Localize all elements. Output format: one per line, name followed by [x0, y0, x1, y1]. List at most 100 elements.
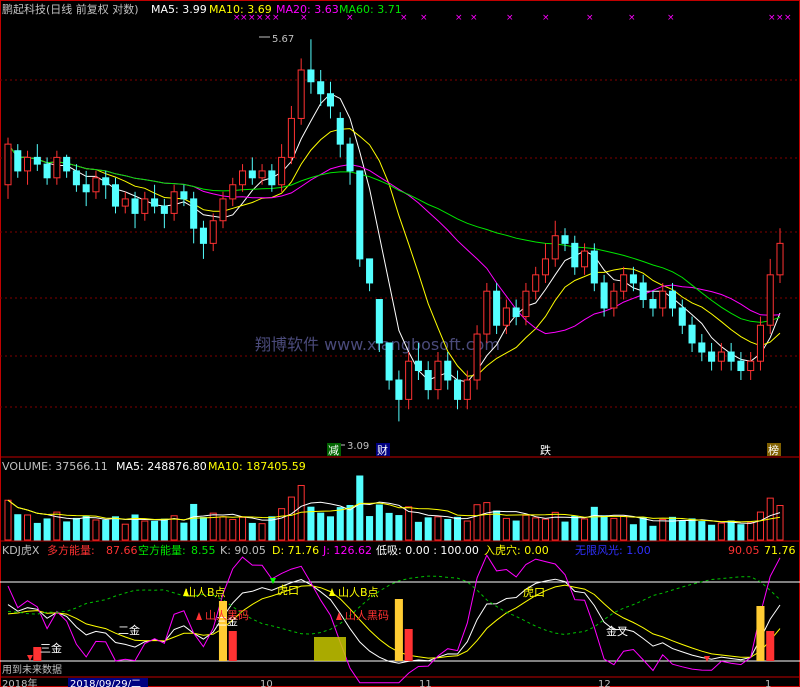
- candle-body: [541, 258, 549, 276]
- anno-two-gold: 二金: [118, 623, 140, 637]
- right-k: 90.05: [728, 544, 760, 557]
- candle-body: [737, 360, 745, 372]
- axis-year: 2018年: [2, 677, 37, 687]
- axis-tick-10: 10: [260, 679, 273, 687]
- candle-body: [82, 184, 90, 193]
- candle-body: [551, 235, 559, 260]
- tag-finance: 财: [377, 443, 388, 457]
- volume-bar: [571, 515, 579, 541]
- x-marker: ×: [346, 13, 354, 23]
- volume-bar: [737, 524, 745, 541]
- candle-body: [532, 274, 540, 292]
- volume-bar: [4, 499, 12, 541]
- candle-body: [434, 360, 442, 391]
- volume-bar: [493, 510, 501, 541]
- candle-body: [639, 282, 647, 301]
- candle-body: [53, 156, 61, 179]
- d-value: D: 71.76: [272, 544, 319, 557]
- candle-body: [268, 170, 276, 186]
- candle-body: [297, 69, 305, 119]
- volume-bar: [727, 520, 735, 541]
- volume-bar: [111, 516, 120, 541]
- kdj-signal-bar: [394, 599, 403, 661]
- candle-body: [502, 307, 510, 326]
- volume-bar: [453, 516, 462, 541]
- candle-body: [668, 290, 677, 309]
- volume-bar: [522, 514, 530, 541]
- anno-tiger-mouth-2: 虎口: [523, 586, 545, 599]
- x-marker: ×: [506, 13, 514, 23]
- volume-bar: [620, 515, 628, 541]
- volume-bar: [659, 518, 667, 541]
- high-label: 5.67: [272, 34, 294, 45]
- candle-body: [4, 143, 12, 186]
- candle-body: [629, 274, 637, 284]
- candle-body: [248, 170, 256, 179]
- candle-body: [385, 342, 393, 381]
- volume-bar: [346, 504, 354, 541]
- tag-drop: 跌: [540, 443, 551, 457]
- volume-value: VOLUME: 37566.11: [2, 460, 108, 473]
- axis-cursor-date: 2018/09/29/二: [70, 679, 141, 687]
- candle-body: [336, 117, 344, 145]
- anno-black-code-1: 山人黑码: [205, 609, 249, 622]
- candle-body: [747, 360, 755, 372]
- volume-ma5: MA5: 248876.80: [116, 460, 207, 473]
- kdj-signal-bar: [228, 631, 237, 661]
- volume-ma10: MA10: 187405.59: [208, 460, 306, 473]
- kdj-line-d: [7, 584, 781, 659]
- candle-body: [356, 170, 364, 260]
- volume-bar: [551, 511, 559, 541]
- x-marker: ×: [400, 13, 408, 23]
- volume-bar: [375, 504, 383, 541]
- candle-body: [14, 150, 22, 172]
- candle-body: [209, 220, 217, 244]
- volume-bar: [326, 516, 335, 541]
- ma5-value: MA5: 3.99: [151, 3, 207, 16]
- candle-body: [727, 351, 735, 362]
- candle-body: [395, 379, 403, 400]
- tiger-hole-value: 入虎穴: 0.00: [484, 543, 549, 557]
- arrow-black-code-1: [196, 612, 202, 620]
- kdj-signal-bar: [766, 631, 775, 661]
- k-value: K: 90.05: [220, 544, 266, 557]
- x-marker: ×: [300, 13, 308, 23]
- volume-bar: [180, 522, 188, 541]
- x-marker: ×: [420, 13, 428, 23]
- candle-body: [493, 290, 501, 326]
- candle-body: [698, 342, 706, 353]
- volume-bar: [649, 525, 657, 541]
- volume-bar: [92, 519, 100, 541]
- candle-body: [512, 307, 520, 318]
- candle-body: [571, 242, 579, 268]
- candle-body: [307, 69, 315, 83]
- candle-body: [649, 299, 657, 309]
- candle-body: [444, 360, 452, 381]
- volume-bar: [366, 516, 374, 541]
- candle-body: [258, 170, 266, 179]
- candle-body: [131, 198, 139, 214]
- volume-bar: [639, 517, 647, 541]
- tag-rank: 榜: [768, 443, 779, 457]
- anno-tiger-mouth-1: 虎口: [277, 584, 299, 597]
- arrow-b-point-2: [329, 588, 335, 596]
- candle-body: [424, 370, 432, 391]
- candle-body: [170, 191, 178, 214]
- volume-bar: [356, 475, 364, 541]
- candle-body: [63, 156, 71, 172]
- candle-body: [72, 170, 80, 186]
- volume-bar: [121, 523, 129, 541]
- candle-body: [717, 351, 725, 362]
- kdj-line-j: [7, 554, 781, 684]
- volume-bar: [600, 515, 608, 541]
- candle-body: [688, 324, 696, 344]
- x-marker: ×: [768, 13, 776, 23]
- x-marker: ×: [542, 13, 550, 23]
- scenery-value: 无限风光: 1.00: [575, 543, 651, 557]
- arrow-three-gold: [27, 655, 33, 661]
- bear-label: 空方能量:: [138, 543, 186, 557]
- x-marker: ×: [272, 13, 280, 23]
- anno-b-point-1: 山人B点: [185, 586, 226, 599]
- candle-body: [24, 156, 32, 172]
- volume-bar: [698, 521, 706, 541]
